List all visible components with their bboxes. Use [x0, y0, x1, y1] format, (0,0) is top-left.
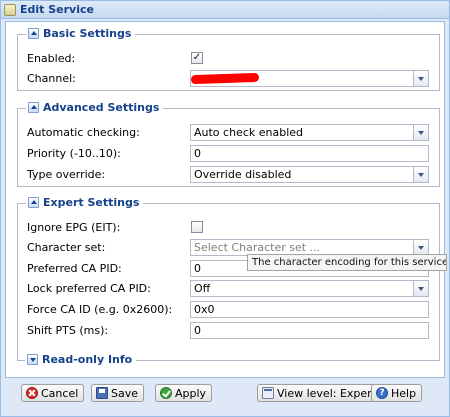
auto-check-dropdown-trigger[interactable]: [413, 125, 428, 140]
view-level-label: View level: Expert: [277, 386, 377, 400]
collapse-up-icon[interactable]: [28, 28, 39, 39]
readonly-info-fieldset: Read-only Info: [17, 353, 440, 366]
apply-label: Apply: [175, 386, 207, 400]
basic-settings-fieldset: Basic Settings Enabled: ✓ Channel:: [17, 27, 440, 91]
lock-ca-dropdown-trigger[interactable]: [413, 281, 428, 296]
cancel-button[interactable]: Cancel: [21, 384, 85, 402]
cancel-icon: [26, 387, 38, 399]
force-ca-row: Force CA ID (e.g. 0x2600): 0x0: [18, 301, 439, 318]
edit-service-window: Edit Service Basic Settings Enabled: ✓ C…: [0, 0, 450, 417]
type-override-combo[interactable]: Override disabled: [190, 166, 429, 183]
force-ca-input[interactable]: 0x0: [190, 301, 429, 318]
cancel-label: Cancel: [41, 386, 79, 400]
type-override-row: Type override: Override disabled: [18, 166, 439, 183]
type-override-value: Override disabled: [194, 168, 292, 181]
priority-label: Priority (-10..10):: [27, 147, 121, 160]
enabled-label: Enabled:: [27, 52, 76, 65]
form-body: Basic Settings Enabled: ✓ Channel: Advan…: [5, 21, 445, 378]
advanced-settings-title: Advanced Settings: [43, 101, 160, 114]
collapse-up-icon[interactable]: [28, 197, 39, 208]
charset-tooltip: The character encoding for this service …: [247, 254, 447, 271]
charset-label: Character set:: [27, 241, 106, 254]
priority-input[interactable]: 0: [190, 145, 429, 162]
help-button[interactable]: ? Help: [371, 384, 423, 402]
apply-button[interactable]: Apply: [155, 384, 213, 402]
collapse-up-icon[interactable]: [28, 102, 39, 113]
expert-settings-title: Expert Settings: [43, 196, 140, 209]
lock-ca-combo[interactable]: Off: [190, 280, 429, 297]
channel-label: Channel:: [27, 72, 76, 85]
auto-check-row: Automatic checking: Auto check enabled: [18, 124, 439, 141]
apply-icon: [160, 387, 172, 399]
lock-ca-row: Lock preferred CA PID: Off: [18, 280, 439, 297]
lock-ca-value: Off: [194, 282, 211, 295]
readonly-info-title: Read-only Info: [42, 353, 133, 366]
shift-pts-row: Shift PTS (ms): 0: [18, 322, 439, 339]
advanced-settings-fieldset: Advanced Settings Automatic checking: Au…: [17, 101, 440, 187]
type-override-label: Type override:: [27, 168, 106, 181]
priority-row: Priority (-10..10): 0: [18, 145, 439, 162]
save-button[interactable]: Save: [91, 384, 145, 402]
charset-placeholder: Select Character set ...: [194, 241, 321, 254]
preferred-ca-label: Preferred CA PID:: [27, 262, 122, 275]
window-title: Edit Service: [20, 3, 94, 16]
save-icon: [96, 387, 108, 399]
auto-check-value: Auto check enabled: [194, 126, 304, 139]
auto-check-label: Automatic checking:: [27, 126, 140, 139]
expert-settings-fieldset: Expert Settings Ignore EPG (EIT): Charac…: [17, 196, 440, 361]
window-titlebar[interactable]: Edit Service: [1, 1, 449, 19]
view-level-icon: [262, 387, 274, 399]
ignore-epg-row: Ignore EPG (EIT):: [18, 219, 439, 236]
enabled-checkbox[interactable]: ✓: [191, 52, 203, 64]
advanced-settings-legend[interactable]: Advanced Settings: [26, 101, 164, 114]
force-ca-label: Force CA ID (e.g. 0x2600):: [27, 303, 173, 316]
redacted-mark: [191, 72, 260, 85]
auto-check-combo[interactable]: Auto check enabled: [190, 124, 429, 141]
type-override-dropdown-trigger[interactable]: [413, 167, 428, 182]
readonly-info-legend[interactable]: Read-only Info: [25, 353, 137, 366]
save-label: Save: [111, 386, 139, 400]
channel-combo[interactable]: [190, 70, 429, 87]
help-icon: ?: [376, 387, 388, 399]
shift-pts-input[interactable]: 0: [190, 322, 429, 339]
expert-settings-legend[interactable]: Expert Settings: [26, 196, 144, 209]
lock-ca-label: Lock preferred CA PID:: [27, 282, 151, 295]
channel-row: Channel:: [18, 70, 439, 87]
expand-down-icon[interactable]: [27, 354, 38, 365]
help-label: Help: [391, 386, 417, 400]
basic-settings-legend[interactable]: Basic Settings: [26, 27, 136, 40]
enabled-row: Enabled: ✓: [18, 50, 439, 67]
ignore-epg-checkbox[interactable]: [191, 221, 203, 233]
ignore-epg-label: Ignore EPG (EIT):: [27, 221, 121, 234]
bottom-toolbar: Cancel Save Apply View level: Expert ? H…: [1, 381, 449, 405]
shift-pts-label: Shift PTS (ms):: [27, 324, 109, 337]
charset-dropdown-trigger[interactable]: [413, 240, 428, 255]
basic-settings-title: Basic Settings: [43, 27, 132, 40]
channel-dropdown-trigger[interactable]: [413, 71, 428, 86]
window-icon: [4, 3, 16, 16]
